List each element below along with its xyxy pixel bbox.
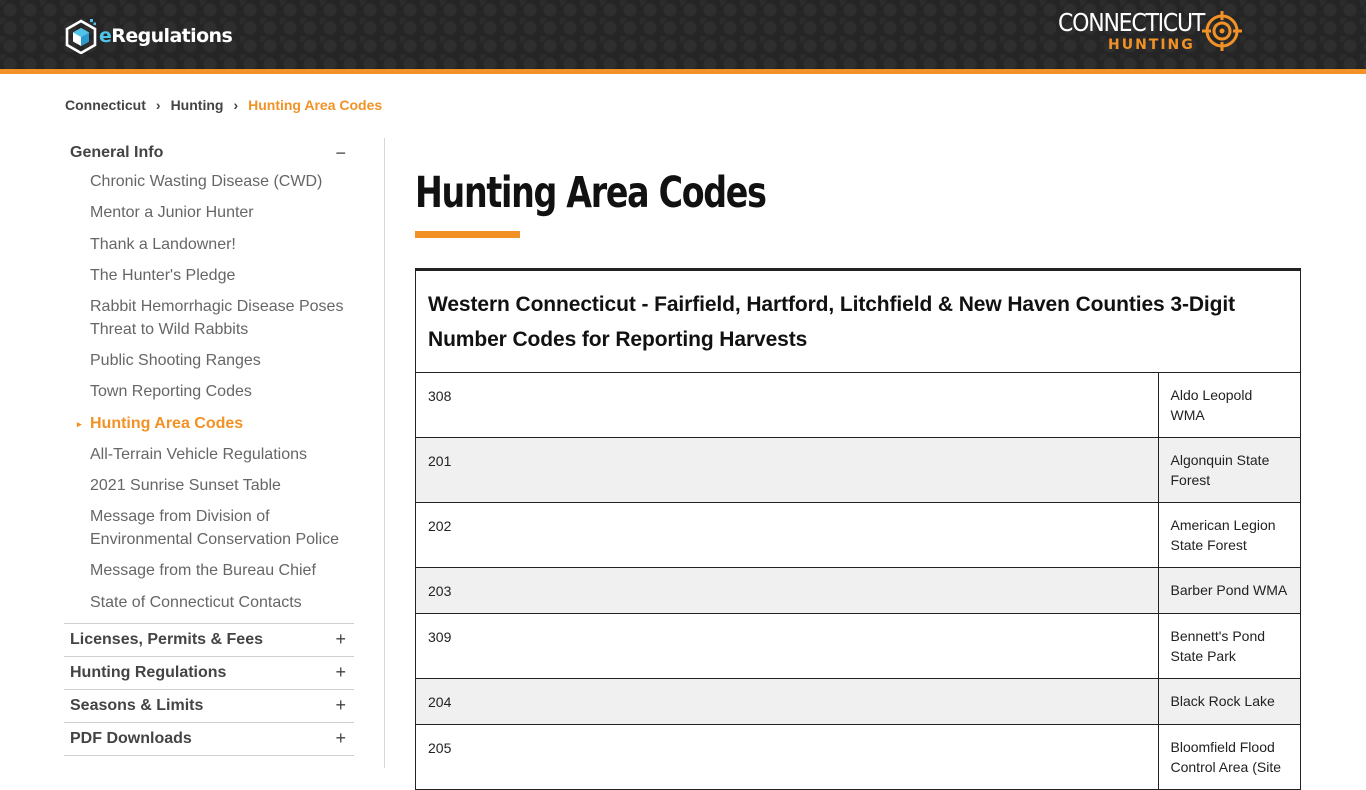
connecticut-hunting-brand[interactable]: CONNECTICUT HUNTING	[1058, 6, 1244, 60]
title-underline	[415, 231, 520, 238]
sidebar-item-cwd[interactable]: Chronic Wasting Disease (CWD)	[64, 171, 354, 194]
sidebar-item-message-encon-police[interactable]: Message from Division of Environmental C…	[64, 506, 354, 551]
active-marker-icon: ▸	[77, 418, 82, 429]
sidebar-section-header[interactable]: General Info −	[64, 138, 354, 168]
breadcrumb: Connecticut › Hunting › Hunting Area Cod…	[65, 97, 382, 113]
table-row: 205 Bloomfield Flood Control Area (Site	[416, 724, 1300, 790]
sidebar-section-header[interactable]: Licenses, Permits & Fees +	[64, 624, 354, 656]
sidebar-item-rabbit-hemorrhagic-disease[interactable]: Rabbit Hemorrhagic Disease Poses Threat …	[64, 296, 354, 341]
sidebar-item-public-shooting-ranges[interactable]: Public Shooting Ranges	[64, 350, 354, 373]
sidebar-section-title: PDF Downloads	[70, 729, 192, 747]
area-code-cell: 202	[416, 502, 1159, 568]
sidebar-section-licenses: Licenses, Permits & Fees +	[64, 624, 354, 657]
expand-icon[interactable]: +	[335, 695, 346, 716]
table-row: 201 Algonquin State Forest	[416, 437, 1300, 503]
eregulations-wordmark: eRegulations	[99, 25, 233, 47]
codes-table: 308 Aldo Leopold WMA 201 Algonquin State Fo…	[416, 373, 1300, 790]
table-row: 202 American Legion State Forest	[416, 502, 1300, 568]
area-name-cell: Bennett's Pond State Park	[1158, 613, 1300, 679]
sidebar-item-message-bureau-chief[interactable]: Message from the Bureau Chief	[64, 560, 354, 583]
sidebar-section-header[interactable]: Seasons & Limits +	[64, 690, 354, 722]
breadcrumb-separator: ›	[233, 97, 239, 113]
area-name-cell: Algonquin State Forest	[1158, 437, 1300, 503]
sidebar-section-title: General Info	[70, 144, 164, 161]
sidebar-item-mentor-junior-hunter[interactable]: Mentor a Junior Hunter	[64, 202, 354, 225]
eregulations-logo[interactable]: eRegulations	[64, 17, 233, 55]
page-title: Hunting Area Codes	[415, 168, 767, 218]
sidebar-item-list: Chronic Wasting Disease (CWD) Mentor a J…	[64, 168, 354, 614]
area-code-cell: 309	[416, 613, 1159, 679]
area-name-cell: American Legion State Forest	[1158, 502, 1300, 568]
area-name-cell: Bloomfield Flood Control Area (Site	[1158, 724, 1300, 790]
eregulations-cube-icon	[65, 19, 97, 54]
sidebar-item-label: Hunting Area Codes	[90, 414, 244, 432]
area-name-cell: Black Rock Lake	[1158, 678, 1300, 725]
collapse-icon[interactable]: −	[335, 143, 346, 164]
sidebar-section-title: Hunting Regulations	[70, 663, 227, 681]
area-name-cell: Aldo Leopold WMA	[1158, 373, 1300, 438]
sidebar-item-state-contacts[interactable]: State of Connecticut Contacts	[64, 592, 354, 615]
breadcrumb-connecticut[interactable]: Connecticut	[65, 97, 146, 113]
sidebar-divider	[384, 138, 385, 768]
sidebar-item-atv-regulations[interactable]: All-Terrain Vehicle Regulations	[64, 444, 354, 467]
area-code-cell: 205	[416, 724, 1159, 790]
table-row: 204 Black Rock Lake	[416, 678, 1300, 725]
sidebar-item-hunters-pledge[interactable]: The Hunter's Pledge	[64, 265, 354, 288]
table-row: 308 Aldo Leopold WMA	[416, 373, 1300, 438]
area-code-cell: 308	[416, 373, 1159, 438]
site-header: eRegulations CONNECTICUT HUNTING	[0, 0, 1366, 69]
sidebar-section-pdf-downloads: PDF Downloads +	[64, 723, 354, 756]
sidebar-section-title: Seasons & Limits	[70, 696, 204, 714]
header-accent-bar	[0, 69, 1366, 74]
hunting-area-codes-table: Western Connecticut - Fairfield, Hartfor…	[415, 268, 1301, 790]
sidebar-item-hunting-area-codes[interactable]: ▸ Hunting Area Codes	[64, 413, 354, 436]
table-body: 308 Aldo Leopold WMA 201 Algonquin State Fo…	[416, 373, 1300, 790]
sidebar-item-town-reporting-codes[interactable]: Town Reporting Codes	[64, 381, 354, 404]
table-caption: Western Connecticut - Fairfield, Hartfor…	[416, 271, 1300, 373]
breadcrumb-hunting[interactable]: Hunting	[171, 97, 224, 113]
sidebar-section-hunting-regulations: Hunting Regulations +	[64, 657, 354, 690]
sidebar-item-sunrise-sunset-table[interactable]: 2021 Sunrise Sunset Table	[64, 475, 354, 498]
sidebar-item-thank-landowner[interactable]: Thank a Landowner!	[64, 234, 354, 257]
area-code-cell: 204	[416, 678, 1159, 725]
sidebar-section-general-info: General Info − Chronic Wasting Disease (…	[64, 138, 354, 624]
area-code-cell: 203	[416, 567, 1159, 614]
table-row: 203 Barber Pond WMA	[416, 567, 1300, 614]
table-row: 309 Bennett's Pond State Park	[416, 613, 1300, 679]
expand-icon[interactable]: +	[335, 728, 346, 749]
sidebar-section-title: Licenses, Permits & Fees	[70, 630, 263, 648]
expand-icon[interactable]: +	[335, 662, 346, 683]
crosshair-icon	[1202, 11, 1242, 51]
sidebar-section-seasons-limits: Seasons & Limits +	[64, 690, 354, 723]
breadcrumb-current: Hunting Area Codes	[248, 97, 383, 113]
brand-name: CONNECTICUT	[1058, 8, 1205, 37]
main-content: Hunting Area Codes Western Connecticut -…	[415, 160, 1301, 790]
breadcrumb-separator: ›	[155, 97, 161, 113]
sidebar-nav: General Info − Chronic Wasting Disease (…	[64, 138, 354, 756]
brand-subtitle: HUNTING	[1108, 37, 1195, 53]
area-code-cell: 201	[416, 437, 1159, 503]
sidebar-section-header[interactable]: PDF Downloads +	[64, 723, 354, 755]
expand-icon[interactable]: +	[335, 629, 346, 650]
area-name-cell: Barber Pond WMA	[1158, 567, 1300, 614]
sidebar-section-header[interactable]: Hunting Regulations +	[64, 657, 354, 689]
